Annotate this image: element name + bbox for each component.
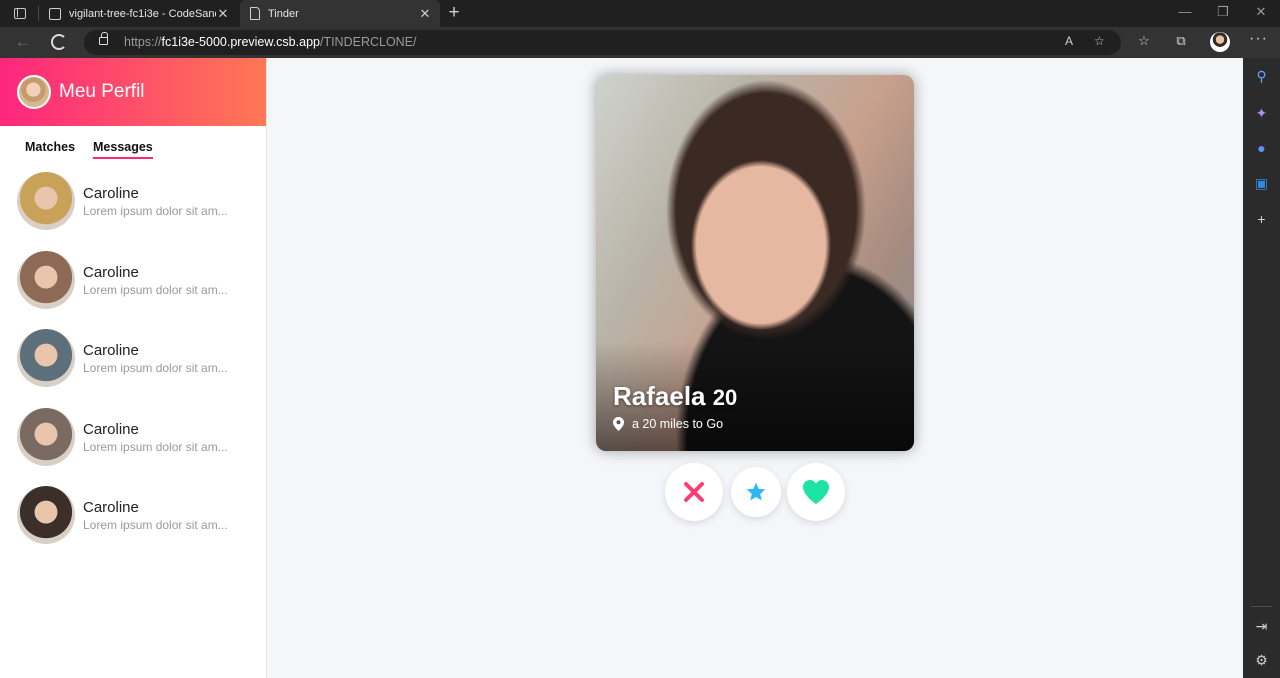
profile-header[interactable]: Meu Perfil	[0, 58, 266, 126]
tab-matches[interactable]: Matches	[25, 140, 75, 154]
lock-icon	[99, 32, 108, 45]
web-page: Meu Perfil Matches Messages Caroline Lor…	[0, 58, 1243, 678]
like-button[interactable]	[787, 463, 845, 521]
minimize-icon[interactable]: —	[1178, 4, 1192, 19]
settings-more-icon[interactable]: ···	[1249, 30, 1268, 48]
message-list: Caroline Lorem ipsum dolor sit am... Car…	[0, 166, 266, 559]
heart-icon	[803, 480, 829, 504]
settings-icon[interactable]: ⚙	[1243, 652, 1280, 669]
side-panel-divider	[1251, 606, 1272, 607]
address-bar[interactable]: https://fc1i3e-5000.preview.csb.app/TIND…	[84, 30, 1121, 55]
new-tab-button[interactable]: +	[445, 2, 463, 24]
url-text[interactable]: https://fc1i3e-5000.preview.csb.app/TIND…	[124, 35, 417, 49]
message-item[interactable]: Caroline Lorem ipsum dolor sit am...	[0, 480, 266, 559]
sidebar: Meu Perfil Matches Messages Caroline Lor…	[0, 58, 267, 678]
tab-title: Tinder	[268, 7, 299, 20]
message-preview: Lorem ipsum dolor sit am...	[83, 518, 228, 532]
message-name: Caroline	[83, 342, 139, 359]
avatar	[17, 250, 75, 309]
card-name-text: Rafaela	[613, 381, 706, 411]
message-preview: Lorem ipsum dolor sit am...	[83, 282, 228, 297]
add-icon[interactable]: +	[1243, 211, 1280, 227]
nope-button[interactable]	[665, 463, 723, 521]
url-scheme: https://	[124, 35, 162, 49]
url-path: /TINDERCLONE/	[319, 35, 417, 49]
outlook-icon[interactable]: ▣	[1243, 175, 1280, 192]
card-age: 20	[712, 385, 738, 410]
avatar	[17, 407, 75, 466]
close-icon	[684, 482, 704, 502]
back-icon[interactable]: ←	[13, 32, 33, 52]
card-location: a 20 miles to Go	[613, 417, 723, 431]
browser-tab-tinder[interactable]: Tinder ✕	[240, 0, 440, 27]
tab-separator	[38, 6, 39, 21]
card-name: Rafaela 20	[613, 381, 737, 412]
location-pin-icon	[613, 417, 624, 431]
url-host: fc1i3e-5000.preview.csb.app	[161, 35, 320, 49]
browser-toolbar: ← https://fc1i3e-5000.preview.csb.app/TI…	[0, 27, 1280, 58]
browser-tab-strip: vigilant-tree-fc1i3e - CodeSandbox ✕ Tin…	[0, 0, 1280, 27]
avatar	[17, 329, 75, 387]
avatar	[17, 486, 75, 544]
hide-sidebar-icon[interactable]: ⇥	[1243, 618, 1280, 635]
reload-icon[interactable]	[51, 34, 67, 50]
collections-icon[interactable]: ⧉	[1172, 33, 1190, 49]
message-name: Caroline	[83, 420, 139, 438]
message-item[interactable]: Caroline Lorem ipsum dolor sit am...	[0, 245, 266, 324]
message-item[interactable]: Caroline Lorem ipsum dolor sit am...	[0, 166, 266, 245]
page-icon	[49, 7, 61, 20]
favorites-icon[interactable]: ☆	[1135, 33, 1153, 49]
star-icon	[746, 482, 766, 501]
avatar	[17, 172, 75, 230]
message-preview: Lorem ipsum dolor sit am...	[83, 204, 228, 218]
profile-avatar[interactable]	[17, 75, 51, 109]
restore-icon[interactable]: ❐	[1216, 4, 1230, 20]
profile-avatar[interactable]	[1210, 32, 1230, 52]
message-preview: Lorem ipsum dolor sit am...	[83, 439, 228, 454]
message-item[interactable]: Caroline Lorem ipsum dolor sit am...	[0, 323, 266, 402]
tab-messages[interactable]: Messages	[93, 140, 153, 159]
search-icon[interactable]: ⚲	[1243, 68, 1280, 85]
message-name: Caroline	[83, 185, 139, 202]
browser-side-panel: ⚲ ✦ ● ▣ + ⇥ ⚙	[1243, 58, 1280, 678]
tab-close-icon[interactable]: ✕	[418, 6, 432, 22]
card-location-text: a 20 miles to Go	[632, 417, 724, 431]
window-close-icon[interactable]: ✕	[1254, 4, 1268, 20]
copilot-icon[interactable]: ✦	[1243, 105, 1280, 122]
sidebar-tabs: Matches Messages	[0, 126, 266, 166]
read-aloud-icon[interactable]: A	[1065, 34, 1073, 48]
profile-card[interactable]: Rafaela 20 a 20 miles to Go	[596, 75, 914, 451]
tab-actions-icon[interactable]	[8, 4, 32, 22]
tab-close-icon[interactable]: ✕	[216, 6, 230, 22]
document-icon	[250, 7, 260, 20]
message-item[interactable]: Caroline Lorem ipsum dolor sit am...	[0, 402, 266, 481]
profile-title: Meu Perfil	[59, 81, 145, 102]
message-preview: Lorem ipsum dolor sit am...	[83, 361, 228, 375]
tab-title: vigilant-tree-fc1i3e - CodeSandbox	[69, 7, 216, 20]
favorite-add-icon[interactable]: ☆	[1094, 34, 1105, 48]
message-name: Caroline	[83, 499, 139, 516]
games-icon[interactable]: ●	[1243, 140, 1280, 156]
super-like-button[interactable]	[731, 467, 781, 517]
browser-tab-codesandbox[interactable]: vigilant-tree-fc1i3e - CodeSandbox ✕	[41, 0, 238, 27]
message-name: Caroline	[83, 263, 139, 281]
